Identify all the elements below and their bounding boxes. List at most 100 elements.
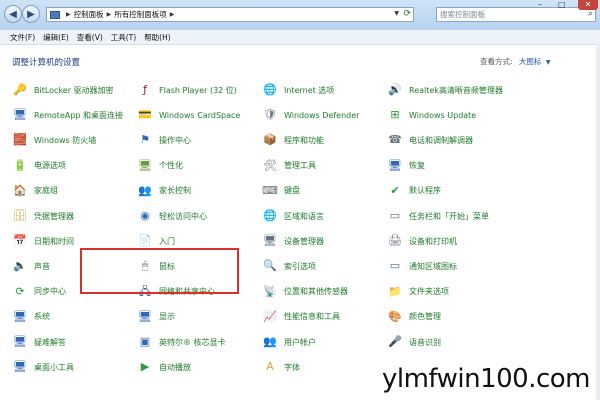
back-button[interactable]: ◀: [4, 5, 22, 23]
homegroup-icon: 🏠: [13, 183, 27, 197]
control-panel-item[interactable]: 🖥 设备管理器: [262, 233, 324, 249]
control-panel-item[interactable]: 🗄 凭据管理器: [12, 208, 74, 224]
system-icon: 🖥: [13, 309, 27, 323]
control-panel-item[interactable]: 🛠 管理工具: [262, 158, 316, 174]
control-panel-item[interactable]: 🌐 区域和语言: [262, 208, 324, 224]
control-panel-item[interactable]: A 字体: [262, 359, 300, 375]
cardspace-icon: 💳: [138, 108, 152, 122]
control-panel-item[interactable]: 👥 用户帐户: [262, 334, 316, 350]
refresh-icon[interactable]: ⟳: [403, 9, 411, 19]
control-panel-item-label: 语音识别: [409, 337, 441, 347]
control-panel-item-label: Windows 防火墙: [34, 135, 97, 145]
control-panel-item-label: 显示: [159, 312, 175, 322]
control-panel-item[interactable]: ⊞ Windows Update: [387, 107, 476, 123]
breadcrumb-control-panel[interactable]: 控制面板: [74, 9, 104, 20]
control-panel-item[interactable]: 📡 位置和其他传感器: [262, 284, 348, 300]
control-panel-item[interactable]: ⌨ 键盘: [262, 183, 300, 199]
device-manager-icon: 🖥: [263, 234, 277, 248]
menu-edit[interactable]: 编辑(E): [43, 32, 69, 43]
chevron-down-icon[interactable]: ▼: [546, 59, 551, 66]
control-panel-item-label: 性能信息和工具: [284, 312, 340, 322]
address-bar[interactable]: ▶ 控制面板 ▶ 所有控制面板项 ▶ ▼ ⟳: [46, 7, 414, 22]
control-panel-item-label: 设备管理器: [284, 236, 324, 246]
control-panel-item[interactable]: 🖨 设备和打印机: [387, 233, 457, 249]
menu-tools[interactable]: 工具(T): [111, 32, 136, 43]
control-panel-item[interactable]: ☎ 电话和调制解调器: [387, 132, 473, 148]
control-panel-item[interactable]: 📅 日期和时间: [12, 233, 74, 249]
control-panel-item-label: 操作中心: [159, 135, 191, 145]
control-panel-item[interactable]: ▶ 自动播放: [137, 359, 191, 375]
control-panel-item-label: Windows Update: [409, 110, 477, 120]
control-panel-item-label: 疑难解答: [34, 337, 66, 347]
devices-printers-icon: 🖨: [388, 234, 402, 248]
control-panel-item[interactable]: 🖥 个性化: [137, 158, 183, 174]
indexing-options-icon: 🔍: [263, 259, 277, 273]
control-panel-item[interactable]: 🏠 家庭组: [12, 183, 58, 199]
search-placeholder: 搜索控制面板: [440, 10, 485, 19]
menu-view[interactable]: 查看(V): [77, 32, 103, 43]
control-panel-item[interactable]: ⟳ 同步中心: [12, 284, 66, 300]
control-panel-item[interactable]: ⚑ 操作中心: [137, 132, 191, 148]
control-panel-item[interactable]: 🖥 显示: [137, 309, 175, 325]
address-dropdown-icon[interactable]: ▼: [394, 10, 399, 17]
breadcrumb-separator-icon: ▶: [106, 11, 112, 18]
control-panel-item[interactable]: 🧱 Windows 防火墙: [12, 132, 96, 148]
troubleshooting-icon: 🖥: [13, 335, 27, 348]
control-panel-item-label: 字体: [284, 362, 300, 372]
control-panel-item-label: Windows Defender: [284, 110, 360, 120]
control-panel-item[interactable]: ✔ 默认程序: [387, 183, 441, 199]
search-input[interactable]: 搜索控制面板 ⌕: [436, 7, 596, 22]
control-panel-item[interactable]: 🎨 颜色管理: [387, 309, 441, 325]
control-panel-item[interactable]: 🛡 Windows Defender: [262, 107, 359, 123]
title-bar: ◀ ▶ ▶ 控制面板 ▶ 所有控制面板项 ▶ ▼ ⟳ 搜索控制面板 ⌕ – □ …: [0, 0, 600, 31]
close-icon[interactable]: ✕: [578, 0, 598, 10]
control-panel-item[interactable]: ▣ 英特尔® 核芯显卡: [137, 334, 226, 350]
control-panel-item[interactable]: 🎤 语音识别: [387, 334, 441, 350]
default-programs-icon: ✔: [390, 183, 400, 197]
control-panel-item[interactable]: 🔑 BitLocker 驱动器加密: [12, 82, 113, 98]
control-panel-item[interactable]: 🔍 索引选项: [262, 258, 316, 274]
folder-options-icon: 📁: [388, 284, 402, 298]
taskbar-start-icon: ▭: [389, 209, 401, 222]
forward-button[interactable]: ▶: [22, 5, 40, 23]
control-panel-item[interactable]: ƒ Flash Player (32 位): [137, 82, 237, 98]
control-panel-item[interactable]: 🔊 Realtek高清晰音频管理器: [387, 82, 503, 98]
date-time-icon: 📅: [13, 234, 27, 248]
flash-player-icon: ƒ: [143, 83, 147, 96]
control-panel-item[interactable]: 🔋 电源选项: [12, 158, 66, 174]
control-panel-item-label: 索引选项: [284, 261, 316, 271]
control-panel-item[interactable]: 👥 家长控制: [137, 183, 191, 199]
power-options-icon: 🔋: [13, 158, 27, 172]
control-panel-item[interactable]: ◉ 轻松访问中心: [137, 208, 207, 224]
control-panel-item[interactable]: 🖥 疑难解答: [12, 334, 66, 350]
control-panel-item[interactable]: 🔈 声音: [12, 258, 50, 274]
control-panel-item[interactable]: 🖥 恢复: [387, 158, 425, 174]
breadcrumb-all-items[interactable]: 所有控制面板项: [114, 9, 167, 20]
minimize-icon[interactable]: –: [538, 0, 542, 10]
control-panel-item-label: 个性化: [159, 161, 183, 171]
control-panel-item[interactable]: 📦 程序和功能: [262, 132, 324, 148]
control-panel-items: 🔑 BitLocker 驱动器加密 🖥 RemoteApp 和桌面连接 🧱 Windows…: [12, 83, 600, 390]
control-panel-item[interactable]: 📁 文件夹选项: [387, 284, 449, 300]
control-panel-item-label: 电话和调制解调器: [409, 135, 473, 145]
control-panel-item[interactable]: 🖥 桌面小工具: [12, 359, 74, 375]
credential-manager-icon: 🗄: [13, 209, 27, 222]
maximize-icon[interactable]: □: [558, 0, 566, 10]
control-panel-item[interactable]: 💳 Windows CardSpace: [137, 107, 240, 123]
scrollbar[interactable]: [596, 44, 600, 400]
control-panel-item[interactable]: 🌐 Internet 选项: [262, 82, 334, 98]
menu-help[interactable]: 帮助(H): [144, 32, 171, 43]
menu-file[interactable]: 文件(F): [10, 32, 35, 43]
control-panel-item-label: 电源选项: [34, 161, 66, 171]
control-panel-item-label: Realtek高清晰音频管理器: [409, 85, 503, 95]
sync-center-icon: ⟳: [15, 284, 25, 298]
control-panel-item-label: 系统: [34, 312, 50, 322]
control-panel-item[interactable]: 🖥 系统: [12, 309, 50, 325]
control-panel-item[interactable]: 📈 性能信息和工具: [262, 309, 340, 325]
control-panel-item[interactable]: 📄 入门: [137, 233, 175, 249]
search-icon[interactable]: ⌕: [588, 9, 593, 19]
control-panel-item[interactable]: ▭ 任务栏和「开始」菜单: [387, 208, 489, 224]
control-panel-item[interactable]: ▭ 通知区域图标: [387, 258, 457, 274]
control-panel-item[interactable]: 🖥 RemoteApp 和桌面连接: [12, 107, 123, 123]
view-by-value[interactable]: 大图标: [519, 57, 542, 66]
